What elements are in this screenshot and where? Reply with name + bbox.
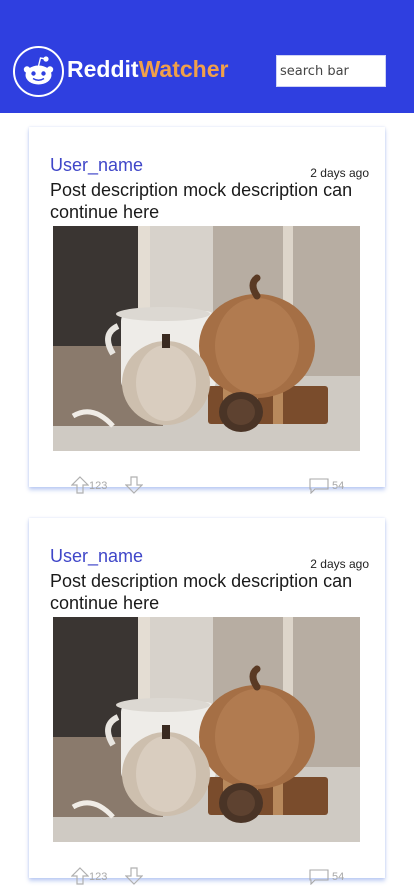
post-actions: 123 54 bbox=[29, 476, 385, 496]
upvote-arrow-icon[interactable] bbox=[71, 476, 89, 494]
downvote-arrow-icon[interactable] bbox=[125, 867, 143, 885]
upvote-count: 123 bbox=[89, 871, 108, 883]
upvote-count: 123 bbox=[89, 480, 108, 492]
brand-watcher: Watcher bbox=[138, 56, 229, 82]
app-brand: RedditWatcher bbox=[67, 56, 228, 83]
post-image[interactable] bbox=[53, 226, 360, 451]
app-header: RedditWatcher bbox=[0, 0, 414, 113]
reddit-logo-icon[interactable] bbox=[13, 46, 64, 97]
post-timestamp: 2 days ago bbox=[310, 166, 369, 180]
post-timestamp: 2 days ago bbox=[310, 557, 369, 571]
comment-icon[interactable] bbox=[309, 478, 329, 494]
post-username[interactable]: User_name bbox=[50, 155, 143, 176]
post-card[interactable]: User_name 2 days ago Post description mo… bbox=[29, 127, 385, 494]
comment-count: 54 bbox=[332, 480, 345, 492]
post-username[interactable]: User_name bbox=[50, 546, 143, 567]
brand-reddit: Reddit bbox=[67, 56, 139, 82]
post-actions: 123 54 bbox=[29, 867, 385, 887]
post-feed: User_name 2 days ago Post description mo… bbox=[0, 113, 414, 896]
comment-count: 54 bbox=[332, 871, 345, 883]
post-card[interactable]: User_name 2 days ago Post description mo… bbox=[29, 518, 385, 885]
post-description: Post description mock description can co… bbox=[50, 180, 353, 222]
search-input[interactable] bbox=[276, 55, 386, 87]
post-image[interactable] bbox=[53, 617, 360, 842]
comment-icon[interactable] bbox=[309, 869, 329, 885]
upvote-arrow-icon[interactable] bbox=[71, 867, 89, 885]
post-description: Post description mock description can co… bbox=[50, 571, 353, 613]
downvote-arrow-icon[interactable] bbox=[125, 476, 143, 494]
